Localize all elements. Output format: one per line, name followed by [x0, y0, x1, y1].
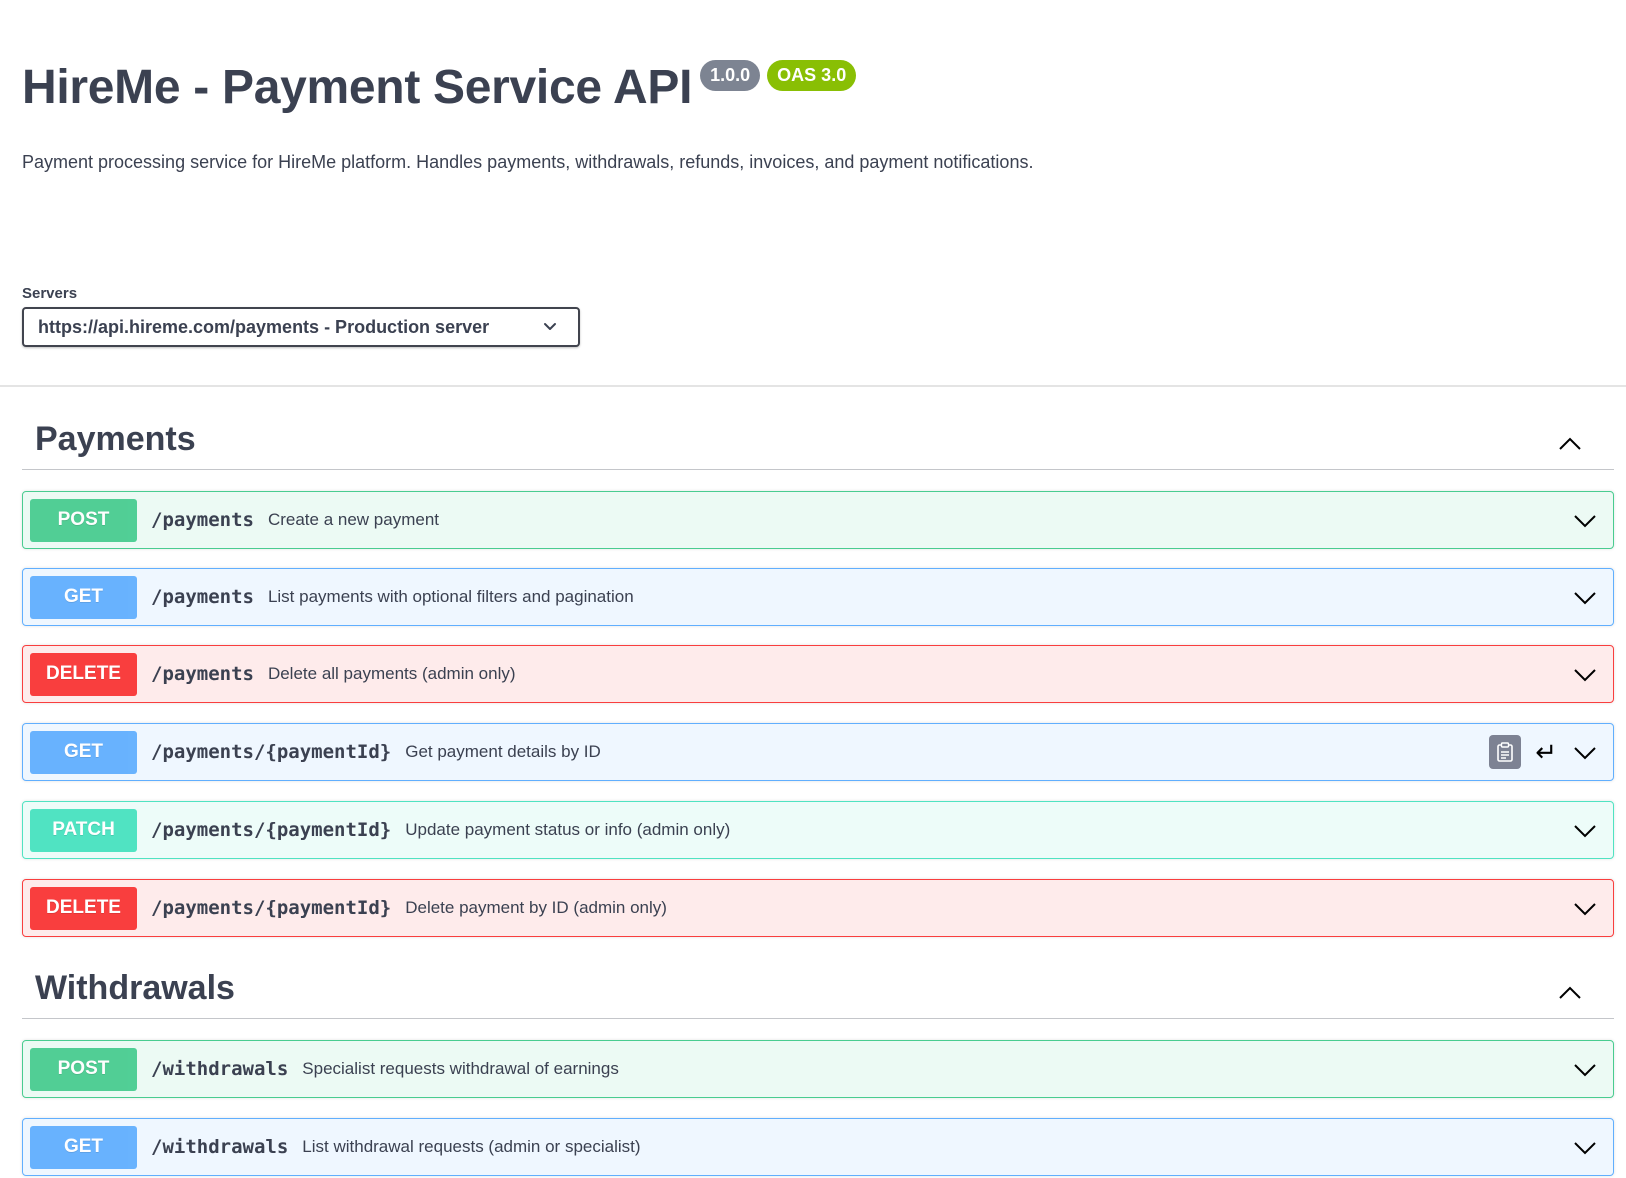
header-divider — [0, 385, 1626, 387]
clipboard-icon — [1497, 742, 1513, 762]
enter-arrow-icon[interactable]: ↵ — [1535, 738, 1557, 766]
operation-get-payments[interactable]: GET /payments List payments with optiona… — [22, 568, 1614, 626]
chevron-down-icon — [544, 323, 556, 330]
chevron-down-icon[interactable] — [1571, 661, 1599, 689]
operation-delete-payments[interactable]: DELETE /payments Delete all payments (ad… — [22, 645, 1614, 703]
method-badge: GET — [30, 575, 137, 619]
operation-summary: Update payment status or info (admin onl… — [405, 820, 731, 839]
operation-path: /payments — [151, 663, 254, 685]
operation-path: /withdrawals — [151, 1136, 289, 1158]
chevron-down-icon[interactable] — [1571, 507, 1599, 535]
operation-patch-payment-by-id[interactable]: PATCH /payments/{paymentId} Update payme… — [22, 801, 1614, 859]
operation-post-withdrawals[interactable]: POST /withdrawals Specialist requests wi… — [22, 1040, 1614, 1098]
tag-title: Withdrawals — [35, 969, 235, 1007]
operation-path: /payments — [151, 509, 254, 531]
chevron-up-icon[interactable] — [1556, 979, 1584, 1007]
oas-badge: OAS 3.0 — [767, 60, 857, 91]
operation-path: /payments/{paymentId} — [151, 819, 392, 841]
api-description: Payment processing service for HireMe pl… — [22, 152, 1034, 172]
servers-label: Servers — [22, 285, 78, 302]
operation-path: /payments/{paymentId} — [151, 897, 392, 919]
tag-title: Payments — [35, 420, 196, 458]
method-badge: GET — [30, 730, 137, 774]
method-badge: POST — [30, 1047, 137, 1091]
page-title: HireMe - Payment Service API — [22, 61, 693, 114]
chevron-down-icon[interactable] — [1571, 1134, 1599, 1162]
operation-delete-payment-by-id[interactable]: DELETE /payments/{paymentId} Delete paym… — [22, 879, 1614, 937]
operation-path: /payments/{paymentId} — [151, 741, 392, 763]
method-badge: POST — [30, 498, 137, 542]
chevron-down-icon[interactable] — [1571, 817, 1599, 845]
operation-summary: Delete all payments (admin only) — [267, 664, 516, 683]
version-badge: 1.0.0 — [700, 60, 761, 91]
method-badge: DELETE — [30, 886, 137, 930]
method-badge: DELETE — [30, 652, 137, 696]
operation-summary: Create a new payment — [267, 510, 439, 529]
operation-summary: Delete payment by ID (admin only) — [405, 898, 667, 917]
tag-header-payments[interactable]: Payments — [22, 414, 1614, 470]
chevron-down-icon[interactable] — [1571, 584, 1599, 612]
operation-get-withdrawals[interactable]: GET /withdrawals List withdrawal request… — [22, 1118, 1614, 1176]
servers-select[interactable]: https://api.hireme.com/payments - Produc… — [22, 307, 580, 347]
chevron-down-icon[interactable] — [1571, 895, 1599, 923]
operation-summary: List withdrawal requests (admin or speci… — [302, 1137, 641, 1156]
tag-header-withdrawals[interactable]: Withdrawals — [22, 963, 1614, 1019]
operation-path: /payments — [151, 586, 254, 608]
operation-path: /withdrawals — [151, 1058, 289, 1080]
chevron-down-icon[interactable] — [1571, 1056, 1599, 1084]
operation-summary: Specialist requests withdrawal of earnin… — [302, 1059, 619, 1078]
method-badge: PATCH — [30, 808, 137, 852]
operation-summary: Get payment details by ID — [405, 742, 601, 761]
operation-get-payment-by-id[interactable]: GET /payments/{paymentId} Get payment de… — [22, 723, 1614, 781]
copy-to-clipboard-button[interactable] — [1489, 735, 1521, 769]
chevron-up-icon[interactable] — [1556, 430, 1584, 458]
operation-post-payments[interactable]: POST /payments Create a new payment — [22, 491, 1614, 549]
api-title-row: HireMe - Payment Service API 1.0.0 OAS 3… — [22, 58, 857, 118]
chevron-down-icon[interactable] — [1571, 739, 1599, 767]
method-badge: GET — [30, 1125, 137, 1169]
servers-selected-value: https://api.hireme.com/payments - Produc… — [38, 316, 490, 337]
operation-summary: List payments with optional filters and … — [267, 587, 634, 606]
